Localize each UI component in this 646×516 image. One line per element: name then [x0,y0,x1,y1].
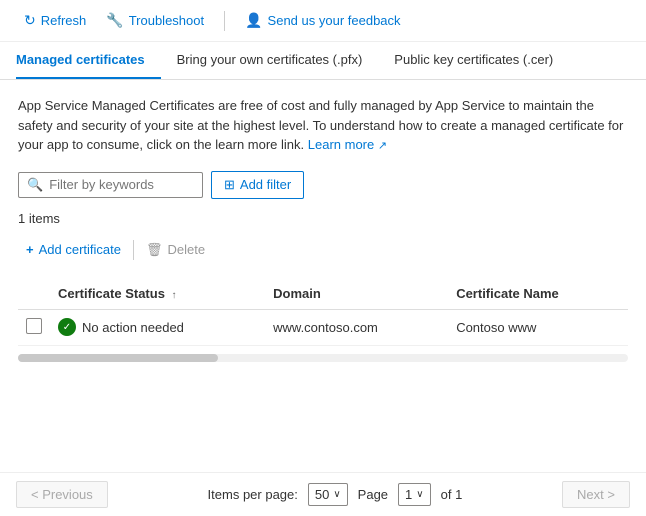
add-icon: + [26,242,34,257]
col-checkbox [18,278,50,310]
status-ok-icon: ✓ [58,318,76,336]
learn-more-link[interactable]: Learn more ↗ [308,137,387,152]
tab-managed[interactable]: Managed certificates [16,42,161,79]
scrollbar-thumb [18,354,218,362]
troubleshoot-label: Troubleshoot [129,13,204,28]
delete-button[interactable]: 🗑 Delete [138,238,213,262]
delete-label: Delete [167,242,205,257]
status-text: No action needed [82,320,184,335]
tab-pfx[interactable]: Bring your own certificates (.pfx) [161,42,379,79]
col-domain: Domain [265,278,448,310]
page-value: 1 [405,487,412,502]
add-certificate-button[interactable]: + Add certificate [18,238,129,261]
filter-icon-btn: ⊞ [224,177,235,193]
main-content: App Service Managed Certificates are fre… [0,80,646,386]
row-checkbox-cell [18,309,50,345]
refresh-label: Refresh [41,13,87,28]
add-filter-label: Add filter [240,177,291,192]
items-per-page-label: Items per page: [208,487,298,502]
page-chevron-down-icon: ∨ [416,489,423,500]
delete-icon: 🗑 [146,242,163,258]
row-domain-cell: www.contoso.com [265,309,448,345]
domain-value: www.contoso.com [273,320,378,335]
row-checkbox[interactable] [26,318,42,334]
add-filter-button[interactable]: ⊞ Add filter [211,171,304,199]
action-bar: + Add certificate 🗑 Delete [18,238,628,270]
items-per-page-value: 50 [315,487,329,502]
tab-cer[interactable]: Public key certificates (.cer) [378,42,569,79]
pagination-controls: Items per page: 50 ∨ Page 1 ∨ of 1 [208,483,463,506]
action-divider [133,240,134,260]
previous-label: < Previous [31,487,93,502]
page-label: Page [358,487,388,502]
toolbar: ↻ Refresh 🔧 Troubleshoot 👤 Send us your … [0,0,646,42]
previous-button[interactable]: < Previous [16,481,108,508]
search-icon: 🔍 [27,177,43,193]
cert-name-value: Contoso www [456,320,536,335]
search-input[interactable] [49,177,194,192]
toolbar-divider [224,11,225,31]
sort-icon: ↑ [172,290,177,301]
troubleshoot-button[interactable]: 🔧 Troubleshoot [98,8,212,33]
filter-input-wrap: 🔍 [18,172,203,198]
footer: < Previous Items per page: 50 ∨ Page 1 ∨… [0,472,646,516]
description-text: App Service Managed Certificates are fre… [18,96,628,155]
refresh-button[interactable]: ↻ Refresh [16,8,94,33]
col-status: Certificate Status ↑ [50,278,265,310]
feedback-label: Send us your feedback [268,13,401,28]
table-row: ✓ No action needed www.contoso.com Conto… [18,309,628,345]
item-count: 1 items [18,211,628,226]
items-per-page-select[interactable]: 50 ∨ [308,483,348,506]
next-label: Next > [577,487,615,502]
horizontal-scrollbar[interactable] [18,354,628,362]
col-cert-name: Certificate Name [448,278,628,310]
troubleshoot-icon: 🔧 [106,12,123,29]
chevron-down-icon: ∨ [333,489,340,500]
total-pages-label: of 1 [441,487,463,502]
next-button[interactable]: Next > [562,481,630,508]
tabs: Managed certificates Bring your own cert… [0,42,646,80]
certificate-table: Certificate Status ↑ Domain Certificate … [18,278,628,346]
external-link-icon: ↗ [378,140,387,152]
row-cert-name-cell: Contoso www [448,309,628,345]
refresh-icon: ↻ [24,12,36,29]
row-status-cell: ✓ No action needed [50,309,265,345]
page-select[interactable]: 1 ∨ [398,483,431,506]
feedback-button[interactable]: 👤 Send us your feedback [237,8,408,33]
filter-row: 🔍 ⊞ Add filter [18,171,628,199]
add-certificate-label: Add certificate [39,242,121,257]
feedback-icon: 👤 [245,12,262,29]
